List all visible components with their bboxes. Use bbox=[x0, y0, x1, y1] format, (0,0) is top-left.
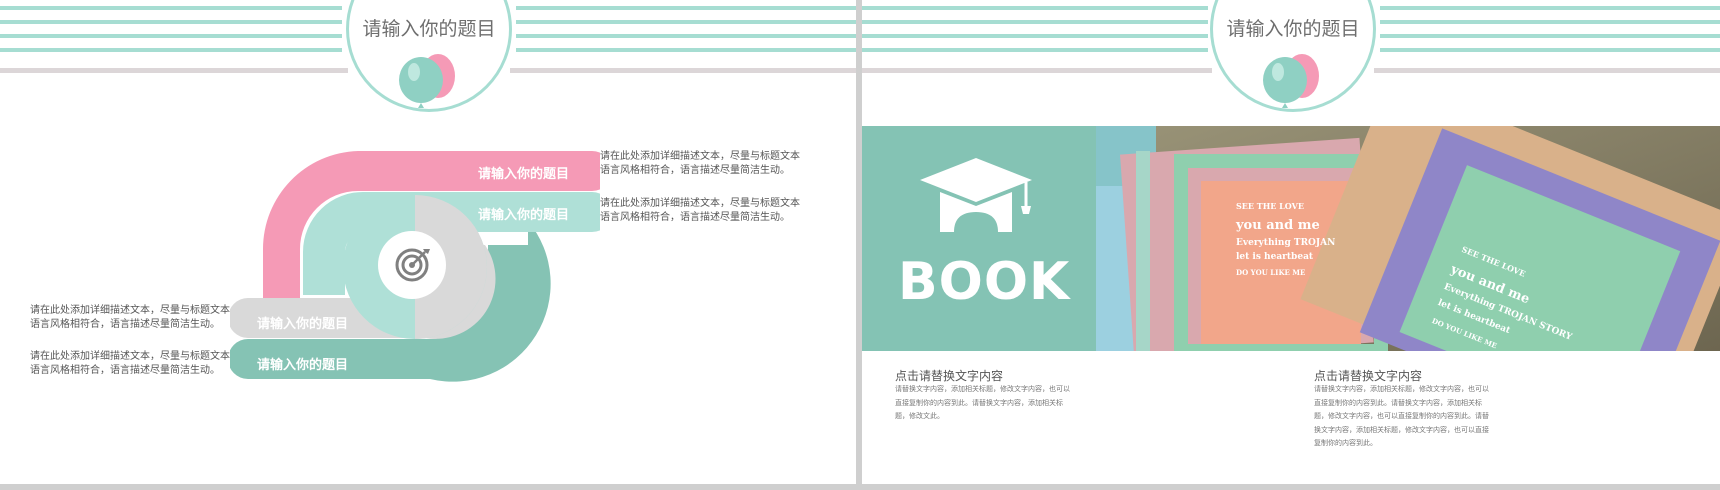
graduation-cap-icon bbox=[920, 158, 1032, 232]
page-title: 请输入你的题目 bbox=[1226, 18, 1360, 40]
header-stripe bbox=[0, 6, 342, 10]
page-title: 请输入你的题目 bbox=[362, 18, 496, 40]
caption-title-1: 点击请替换文字内容 bbox=[895, 369, 1004, 383]
header-stripe bbox=[0, 48, 342, 52]
header-gray-line bbox=[862, 68, 1212, 73]
photo-text: DO YOU LIKE ME bbox=[1236, 268, 1306, 277]
header-stripe bbox=[516, 34, 856, 38]
description-2: 请在此处添加详细描述文本，尽量与标题文本语言风格相符合，语言描述尽量简洁生动。 bbox=[600, 198, 800, 223]
description-3: 请在此处添加详细描述文本，尽量与标题文本语言风格相符合，语言描述尽量简洁生动。 bbox=[30, 305, 230, 330]
photo-text: you and me bbox=[1236, 218, 1320, 233]
caption-title-2: 点击请替换文字内容 bbox=[1314, 369, 1423, 383]
header-stripe bbox=[1380, 48, 1720, 52]
header-stripe bbox=[862, 6, 1208, 10]
book-panel: BOOK bbox=[862, 126, 1096, 351]
description-4: 请在此处添加详细描述文本，尽量与标题文本语言风格相符合，语言描述尽量简洁生动。 bbox=[30, 351, 230, 376]
header-gray-line bbox=[0, 68, 348, 73]
header-stripe bbox=[0, 20, 342, 24]
header-stripe bbox=[516, 20, 856, 24]
header-stripe bbox=[0, 34, 342, 38]
slide-left: 请输入你的题目 请输入你的题目 请输入你的题目 请输入你的题目 请输入你的题目 … bbox=[0, 0, 856, 484]
item-label-3: 请输入你的题目 bbox=[257, 317, 349, 332]
caption-body-1: 请替换文字内容，添加相关标题，修改文字内容，也可以直接复制你的内容到此。请替换文… bbox=[895, 385, 1070, 420]
photo-text: SEE THE LOVE bbox=[1236, 201, 1304, 211]
photo-text: Everything TROJAN bbox=[1236, 238, 1336, 248]
header-gray-line bbox=[510, 68, 856, 73]
header-stripe bbox=[862, 34, 1208, 38]
bottom-bar bbox=[0, 484, 1720, 490]
item-label-4: 请输入你的题目 bbox=[257, 358, 349, 373]
header-stripe bbox=[1380, 20, 1720, 24]
item-label-2: 请输入你的题目 bbox=[478, 208, 570, 223]
caption-body-2: 请替换文字内容，添加相关标题，修改文字内容，也可以直接复制你的内容到此。请替换文… bbox=[1314, 385, 1489, 447]
description-1: 请在此处添加详细描述文本，尽量与标题文本语言风格相符合，语言描述尽量简洁生动。 bbox=[600, 151, 800, 176]
balloon-icon bbox=[399, 54, 455, 108]
header-stripe bbox=[516, 6, 856, 10]
header-gray-line bbox=[1374, 68, 1720, 73]
header-stripe bbox=[862, 48, 1208, 52]
header-stripe bbox=[862, 20, 1208, 24]
item-label-1: 请输入你的题目 bbox=[478, 167, 570, 182]
balloon-icon bbox=[1263, 54, 1319, 108]
header-stripe bbox=[1380, 34, 1720, 38]
header-stripe bbox=[516, 48, 856, 52]
slide-right: 请输入你的题目 BOOK SEE THE LOVE you and me Eve… bbox=[862, 0, 1720, 484]
books-photo: SEE THE LOVE you and me Everything TROJA… bbox=[1096, 126, 1720, 351]
photo-text: let is heartbeat bbox=[1236, 252, 1314, 262]
books-photo-art bbox=[1096, 126, 1720, 351]
book-word: BOOK bbox=[898, 252, 1071, 312]
header-stripe bbox=[1380, 6, 1720, 10]
